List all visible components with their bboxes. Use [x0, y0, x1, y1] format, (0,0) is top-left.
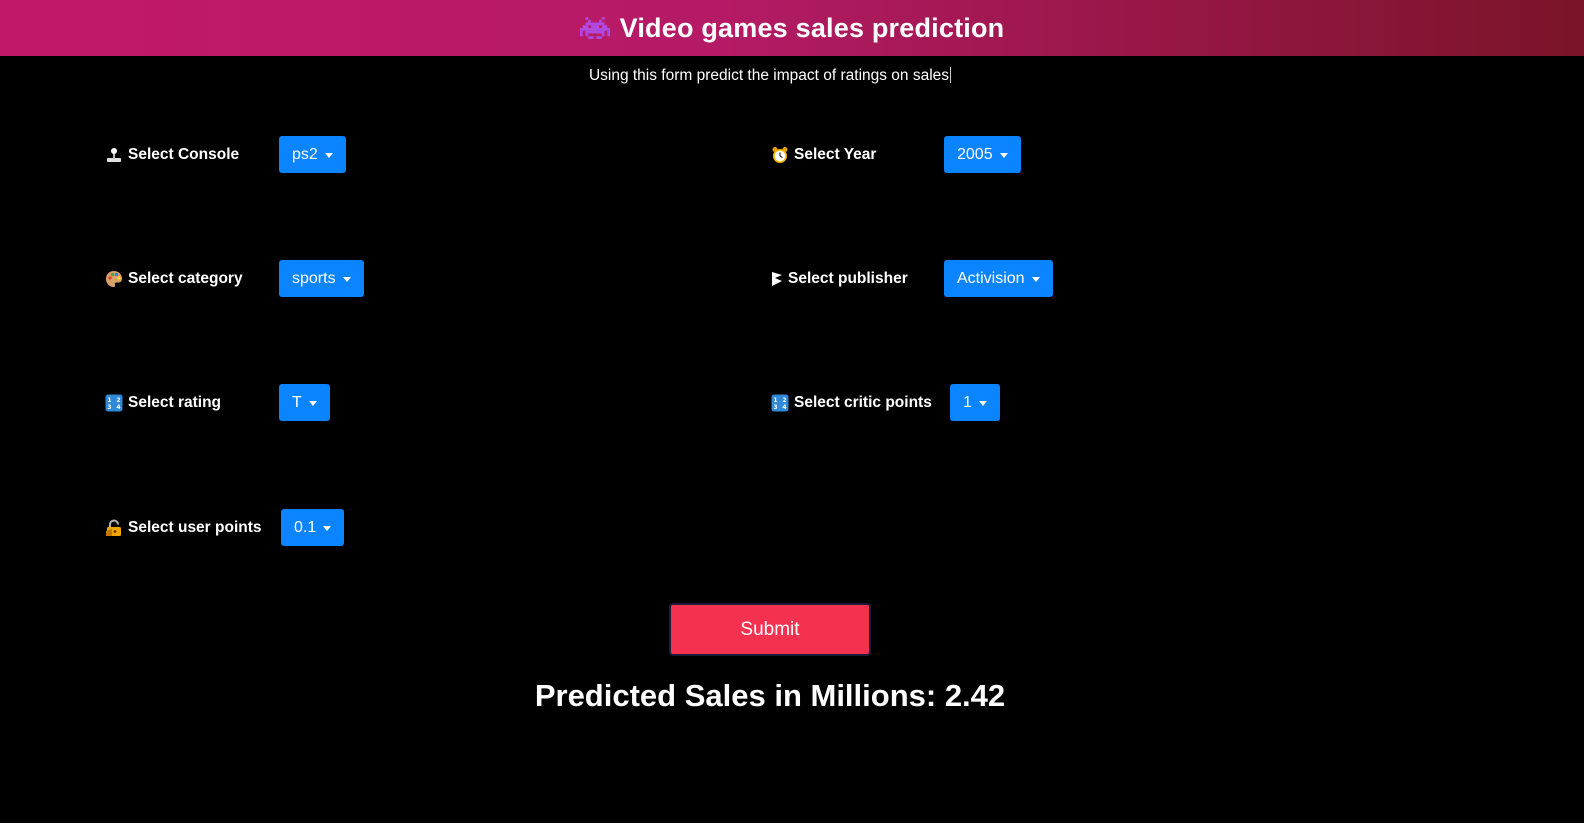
publisher-field: Select publisher — [771, 260, 908, 297]
svg-text:4: 4 — [782, 404, 786, 411]
publisher-dropdown[interactable]: Activision — [944, 260, 1053, 297]
user-points-dropdown[interactable]: 0.1 — [281, 509, 345, 546]
chevron-down-icon — [999, 152, 1008, 158]
console-field: Select Console — [105, 136, 239, 173]
critic-points-label: 1234 Select critic points — [771, 394, 932, 412]
svg-text:1: 1 — [107, 397, 111, 404]
submit-button[interactable]: Submit — [669, 603, 871, 656]
user-points-field: Select user points — [105, 509, 262, 546]
chevron-down-icon — [324, 152, 333, 158]
svg-text:4: 4 — [116, 404, 120, 411]
subtitle-text: Using this form predict the impact of ra… — [588, 67, 950, 84]
lock-icon — [105, 518, 123, 537]
category-label: Select category — [105, 270, 243, 288]
console-dropdown[interactable]: ps2 — [279, 136, 346, 173]
rating-dropdown[interactable]: T — [279, 384, 330, 421]
year-dropdown[interactable]: 2005 — [944, 136, 1021, 173]
alarm-clock-icon — [771, 146, 789, 164]
prediction-result: Predicted Sales in Millions: 2.42 — [534, 678, 1006, 713]
critic-points-value: 1 — [963, 393, 972, 411]
year-label: Select Year — [771, 146, 876, 164]
svg-text:2: 2 — [116, 397, 120, 404]
svg-text:3: 3 — [107, 404, 111, 411]
rating-label: 1234 Select rating — [105, 394, 221, 412]
chevron-down-icon — [308, 400, 317, 406]
numbers-icon: 1234 — [771, 394, 789, 412]
subtitle: Using this form predict the impact of ra… — [0, 67, 1540, 85]
svg-text:1: 1 — [773, 397, 777, 404]
publisher-value: Activision — [957, 269, 1025, 287]
flag-icon — [771, 270, 783, 288]
svg-text:2: 2 — [782, 397, 786, 404]
app-header: Video games sales prediction — [0, 0, 1584, 56]
space-invader-icon — [579, 17, 610, 39]
user-points-label: Select user points — [105, 519, 262, 537]
page-title-text: Video games sales prediction — [619, 12, 1005, 43]
console-value: ps2 — [292, 145, 318, 163]
rating-value: T — [292, 393, 302, 411]
category-dropdown[interactable]: sports — [279, 260, 364, 297]
category-value: sports — [292, 269, 336, 287]
numbers-icon: 1234 — [105, 394, 123, 412]
critic-points-field: 1234 Select critic points — [771, 384, 932, 421]
chevron-down-icon — [978, 400, 987, 406]
year-value: 2005 — [957, 145, 993, 163]
palette-icon — [105, 270, 123, 288]
page-title: Video games sales prediction — [579, 12, 1005, 44]
critic-points-dropdown[interactable]: 1 — [950, 384, 1000, 421]
year-field: Select Year — [771, 136, 876, 173]
console-label: Select Console — [105, 146, 239, 164]
chevron-down-icon — [323, 525, 332, 531]
svg-text:3: 3 — [773, 404, 777, 411]
joystick-icon — [105, 146, 123, 164]
text-cursor — [950, 67, 952, 83]
rating-field: 1234 Select rating — [105, 384, 221, 421]
publisher-label: Select publisher — [771, 270, 908, 288]
user-points-value: 0.1 — [294, 518, 317, 536]
chevron-down-icon — [342, 276, 351, 282]
chevron-down-icon — [1031, 276, 1040, 282]
category-field: Select category — [105, 260, 243, 297]
